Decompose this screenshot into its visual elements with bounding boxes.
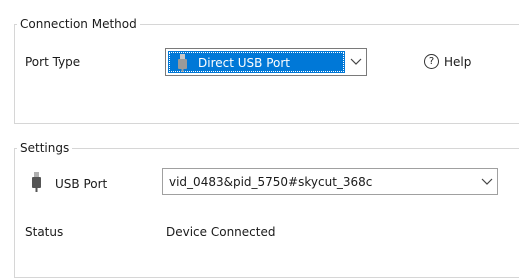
usb-plug-icon	[31, 172, 42, 195]
help-label: Help	[444, 54, 472, 69]
port-type-dropdown[interactable]: Direct USB Port	[165, 48, 367, 76]
help-button[interactable]: ? Help	[424, 54, 471, 69]
port-type-value: Direct USB Port	[198, 56, 290, 70]
chevron-down-icon[interactable]	[350, 58, 362, 66]
settings-legend: Settings	[17, 141, 73, 155]
connection-method-legend: Connection Method	[17, 17, 140, 31]
chevron-down-icon[interactable]	[481, 178, 493, 186]
port-type-label: Port Type	[25, 55, 81, 69]
usb-port-value: vid_0483&pid_5750#skycut_368c	[169, 174, 373, 189]
question-circle-icon: ?	[424, 54, 439, 69]
status-value: Device Connected	[166, 225, 276, 239]
usb-port-label: USB Port	[55, 177, 108, 191]
usb-plug-icon	[177, 54, 188, 75]
status-label: Status	[25, 225, 64, 239]
usb-port-dropdown[interactable]: vid_0483&pid_5750#skycut_368c	[162, 168, 498, 195]
port-type-selection: Direct USB Port	[168, 51, 345, 73]
